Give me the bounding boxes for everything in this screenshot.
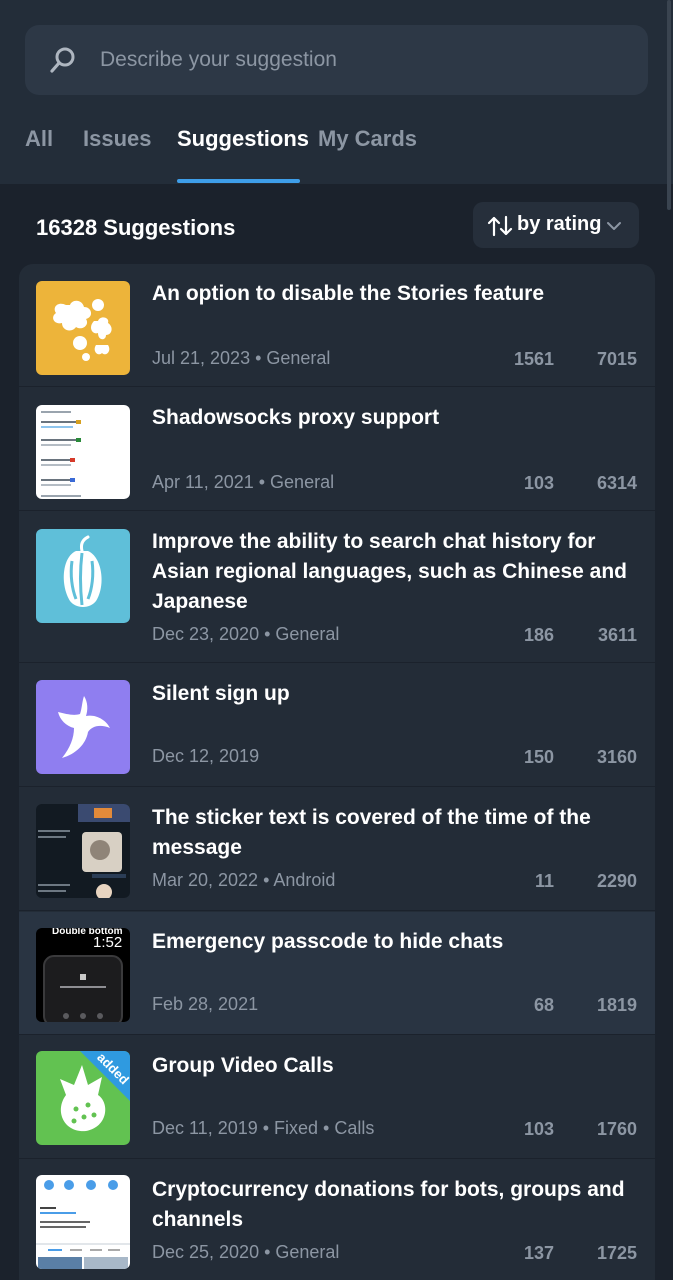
card-meta: Feb 28, 2021 xyxy=(152,994,259,1014)
card-title: Improve the ability to search chat histo… xyxy=(152,530,627,613)
card-title: Silent sign up xyxy=(152,682,290,705)
list-item[interactable]: Shadowsocks proxy support Apr 11, 2021 •… xyxy=(19,388,655,511)
comment-count: 137 xyxy=(523,1243,554,1263)
list-item[interactable]: Improve the ability to search chat histo… xyxy=(19,512,655,663)
chevron-down-icon xyxy=(607,222,621,230)
bird-icon xyxy=(36,281,130,375)
list-item[interactable]: Double bottom 1:52 Emergency passcode to… xyxy=(19,912,655,1035)
list-item[interactable]: Cryptocurrency donations for bots, group… xyxy=(19,1160,655,1280)
card-title: Shadowsocks proxy support xyxy=(152,406,440,429)
scrollbar[interactable] xyxy=(667,0,671,210)
screenshot-thumbnail xyxy=(36,804,130,898)
screenshot-thumbnail xyxy=(36,405,130,499)
vote-count: 2290 xyxy=(596,871,637,891)
suggestion-list: An option to disable the Stories feature… xyxy=(19,264,655,1280)
comment-count: 1561 xyxy=(513,349,554,369)
screenshot-thumbnail xyxy=(36,1175,130,1269)
list-item[interactable]: The sticker text is covered of the time … xyxy=(19,788,655,911)
vote-count: 3611 xyxy=(597,625,637,645)
banana-icon xyxy=(36,680,130,774)
search-input[interactable]: Describe your suggestion xyxy=(100,48,337,72)
sort-arrows-icon xyxy=(487,215,513,237)
vote-count: 3160 xyxy=(596,747,637,767)
screenshot-thumbnail: Double bottom 1:52 xyxy=(36,928,130,1022)
active-tab-indicator xyxy=(177,179,300,183)
list-item[interactable]: Silent sign up Dec 12, 2019 150 3160 xyxy=(19,664,655,787)
card-title: The sticker text is covered of the time … xyxy=(152,806,591,859)
top-bar: Describe your suggestion All Issues Sugg… xyxy=(0,0,673,184)
card-meta: Dec 23, 2020 • General xyxy=(152,624,340,644)
card-meta: Dec 12, 2019 xyxy=(152,746,260,766)
tab-issues[interactable]: Issues xyxy=(83,126,152,152)
sort-button[interactable]: by rating xyxy=(473,202,639,248)
card-meta: Dec 25, 2020 • General xyxy=(152,1242,340,1262)
comment-count: 186 xyxy=(523,625,554,645)
comment-count: 11 xyxy=(534,871,554,891)
tab-all[interactable]: All xyxy=(25,126,53,152)
list-item[interactable]: added Group Video Calls Dec 11, 2019 • F… xyxy=(19,1036,655,1159)
comment-count: 68 xyxy=(533,995,554,1015)
comment-count: 103 xyxy=(523,1119,554,1139)
card-meta: Mar 20, 2022 • Android xyxy=(152,870,336,890)
vote-count: 7015 xyxy=(596,349,637,369)
card-title: Emergency passcode to hide chats xyxy=(152,930,504,953)
tab-suggestions[interactable]: Suggestions xyxy=(177,126,309,152)
search-bar[interactable]: Describe your suggestion xyxy=(25,25,648,95)
suggestion-count: 16328 Suggestions xyxy=(36,215,236,240)
card-meta: Dec 11, 2019 • Fixed • Calls xyxy=(152,1118,375,1138)
vote-count: 1760 xyxy=(596,1119,637,1139)
card-meta: Apr 11, 2021 • General xyxy=(152,472,335,492)
dragonfruit-icon: added xyxy=(36,1051,130,1145)
cacao-icon xyxy=(36,529,130,623)
card-title: Cryptocurrency donations for bots, group… xyxy=(152,1178,625,1231)
card-meta: Jul 21, 2023 • General xyxy=(152,348,331,368)
comment-count: 103 xyxy=(523,473,554,493)
tab-my-cards[interactable]: My Cards xyxy=(318,126,417,152)
comment-count: 150 xyxy=(523,747,554,767)
tab-bar: All Issues Suggestions My Cards xyxy=(0,116,673,184)
card-title: Group Video Calls xyxy=(152,1054,334,1077)
sort-label: by rating xyxy=(517,213,602,235)
card-title: An option to disable the Stories feature xyxy=(152,282,545,305)
vote-count: 6314 xyxy=(596,473,637,493)
vote-count: 1725 xyxy=(596,1243,637,1263)
vote-count: 1819 xyxy=(596,995,637,1015)
search-icon xyxy=(50,47,75,73)
list-item[interactable]: An option to disable the Stories feature… xyxy=(19,264,655,387)
